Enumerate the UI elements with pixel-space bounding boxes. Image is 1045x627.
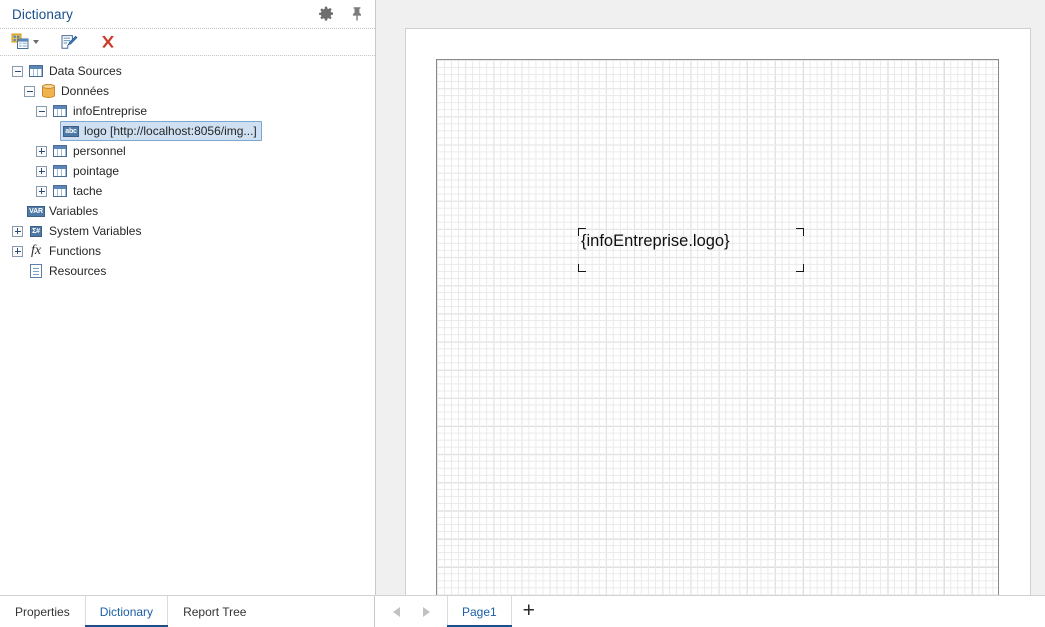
expand-toggle-icon[interactable]	[36, 145, 47, 157]
chevron-left-icon	[392, 606, 400, 617]
var-icon: VAR	[27, 203, 45, 219]
chevron-right-icon	[422, 606, 430, 617]
resize-handle-top-right[interactable]	[796, 228, 804, 236]
dictionary-panel-header: Dictionary	[0, 0, 375, 29]
panel-title: Dictionary	[12, 6, 74, 22]
edit-pencil-icon	[61, 35, 78, 49]
dictionary-tree[interactable]: Data Sources Données infoEntreprise abc …	[0, 56, 375, 595]
expand-toggle-icon[interactable]	[36, 185, 47, 197]
gear-icon[interactable]	[318, 6, 334, 22]
red-x-icon	[102, 35, 114, 48]
add-page-button[interactable]: +	[512, 596, 546, 627]
report-designer-window: Dictionary Data Sources Données infoEntr…	[0, 0, 1045, 627]
report-page-grid[interactable]: {infoEntreprise.logo}	[436, 59, 999, 595]
tree-node-label: Functions	[49, 244, 102, 258]
tree-node-system-variables[interactable]: Σ# System Variables	[0, 221, 375, 241]
table-icon	[52, 143, 68, 159]
fx-glyph-label: fx	[30, 243, 42, 258]
previous-page-button[interactable]	[381, 597, 411, 627]
text-component-value: {infoEntreprise.logo}	[581, 232, 730, 250]
pin-icon[interactable]	[349, 6, 365, 22]
tree-node-label: System Variables	[49, 224, 142, 238]
tree-node-donnees[interactable]: Données	[0, 81, 375, 101]
page-tab-label: Page1	[462, 604, 497, 619]
tab-properties[interactable]: Properties	[0, 596, 85, 627]
expand-toggle-icon[interactable]	[24, 85, 35, 97]
panel-tab-strip: Properties Dictionary Report Tree	[0, 596, 375, 627]
tree-node-functions[interactable]: fx Functions	[0, 241, 375, 261]
page-tab-page1[interactable]: Page1	[447, 596, 512, 627]
expand-toggle-icon[interactable]	[36, 105, 47, 117]
tab-properties-label: Properties	[15, 604, 70, 619]
database-icon	[40, 83, 56, 99]
tree-node-label: Données	[61, 84, 110, 98]
expand-toggle-icon[interactable]	[12, 65, 23, 77]
abc-badge-label: abc	[63, 125, 79, 137]
resources-icon	[28, 263, 44, 279]
page-nav-controls	[375, 596, 441, 627]
tree-node-label: Data Sources	[49, 64, 122, 78]
tree-node-variables[interactable]: VAR Variables	[0, 201, 375, 221]
tree-node-tache[interactable]: tache	[0, 181, 375, 201]
tree-node-label: Variables	[49, 204, 99, 218]
edit-item-button[interactable]	[57, 30, 81, 54]
var-badge-label: VAR	[27, 205, 45, 217]
tree-node-label: tache	[73, 184, 103, 198]
text-component-infoentreprise-logo[interactable]: {infoEntreprise.logo}	[578, 228, 804, 272]
next-page-button[interactable]	[411, 597, 441, 627]
bottom-bar: Properties Dictionary Report Tree Page1	[0, 595, 1045, 627]
new-data-source-icon	[11, 33, 29, 49]
tab-report-tree[interactable]: Report Tree	[168, 596, 261, 627]
tree-node-label: personnel	[73, 144, 126, 158]
abc-string-icon: abc	[63, 123, 79, 139]
expand-toggle-icon[interactable]	[12, 225, 23, 237]
tree-node-label: Resources	[49, 264, 107, 278]
report-canvas-area[interactable]: {infoEntreprise.logo}	[376, 0, 1045, 595]
table-icon	[52, 183, 68, 199]
dictionary-toolbar	[0, 29, 375, 56]
dictionary-panel: Dictionary Data Sources Données infoEntr…	[0, 0, 376, 595]
tab-dictionary[interactable]: Dictionary	[84, 596, 169, 627]
expand-toggle-icon[interactable]	[12, 245, 23, 257]
new-item-button[interactable]	[8, 30, 42, 54]
tree-node-logo[interactable]: abc logo [http://localhost:8056/img...]	[0, 121, 375, 141]
sigma-hash-icon: Σ#	[28, 223, 44, 239]
tree-node-label: logo [http://localhost:8056/img...]	[84, 124, 257, 138]
tree-node-resources[interactable]: Resources	[0, 261, 375, 281]
resize-handle-bottom-right[interactable]	[796, 264, 804, 272]
tab-report-tree-label: Report Tree	[183, 604, 247, 619]
delete-item-button[interactable]	[96, 30, 120, 54]
plus-icon: +	[522, 598, 535, 622]
report-page-sheet[interactable]: {infoEntreprise.logo}	[405, 28, 1031, 595]
tree-node-data-sources[interactable]: Data Sources	[0, 61, 375, 81]
chevron-down-icon	[33, 40, 39, 44]
table-icon	[52, 163, 68, 179]
panel-header-icons	[318, 6, 365, 22]
page-tab-strip: Page1 +	[375, 596, 1045, 627]
table-icon	[52, 103, 68, 119]
fx-icon: fx	[28, 243, 44, 259]
sigma-badge-label: Σ#	[30, 225, 42, 237]
tree-node-label: infoEntreprise	[73, 104, 148, 118]
resize-handle-bottom-left[interactable]	[578, 264, 586, 272]
expand-toggle-icon[interactable]	[36, 165, 47, 177]
tree-node-label: pointage	[73, 164, 120, 178]
tab-dictionary-label: Dictionary	[99, 604, 154, 619]
tree-node-pointage[interactable]: pointage	[0, 161, 375, 181]
table-icon	[28, 63, 44, 79]
tree-node-personnel[interactable]: personnel	[0, 141, 375, 161]
main-body: Dictionary Data Sources Données infoEntr…	[0, 0, 1045, 595]
tree-node-infoentreprise[interactable]: infoEntreprise	[0, 101, 375, 121]
